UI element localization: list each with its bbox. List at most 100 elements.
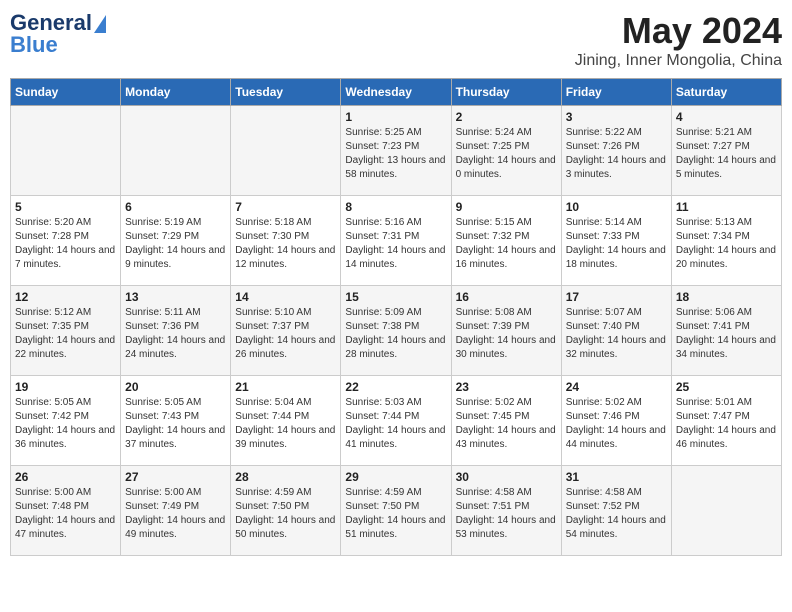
calendar-cell [671,466,781,556]
calendar-week-row: 19 Sunrise: 5:05 AM Sunset: 7:42 PM Dayli… [11,376,782,466]
calendar-cell: 29Sunrise: 4:59 AM Sunset: 7:50 PM Dayli… [341,466,451,556]
calendar-cell: 10 Sunrise: 5:14 AM Sunset: 7:33 PM Dayli… [561,196,671,286]
logo-blue: Blue [10,32,58,58]
day-info: Sunrise: 5:05 AM Sunset: 7:43 PM Dayligh… [125,396,226,452]
calendar-cell: 8 Sunrise: 5:16 AM Sunset: 7:31 PM Daylig… [341,196,451,286]
day-info: Sunrise: 5:22 AM Sunset: 7:26 PM Dayligh… [566,126,667,182]
calendar-cell: 4 Sunrise: 5:21 AM Sunset: 7:27 PM Daylig… [671,106,781,196]
day-number: 9 [456,200,557,214]
calendar-cell: 3 Sunrise: 5:22 AM Sunset: 7:26 PM Daylig… [561,106,671,196]
day-of-week-header: Friday [561,79,671,106]
calendar-header-row: SundayMondayTuesdayWednesdayThursdayFrid… [11,79,782,106]
calendar-cell: 14 Sunrise: 5:10 AM Sunset: 7:37 PM Dayli… [231,286,341,376]
day-of-week-header: Saturday [671,79,781,106]
calendar-cell: 17 Sunrise: 5:07 AM Sunset: 7:40 PM Dayli… [561,286,671,376]
calendar-cell: 26 Sunrise: 5:00 AM Sunset: 7:48 PM Dayli… [11,466,121,556]
day-number: 8 [345,200,446,214]
day-number: 3 [566,110,667,124]
day-info: Sunrise: 5:24 AM Sunset: 7:25 PM Dayligh… [456,126,557,182]
day-info: Sunrise: 5:20 AM Sunset: 7:28 PM Dayligh… [15,216,116,272]
month-title: May 2024 [575,10,782,52]
day-number: 5 [15,200,116,214]
day-number: 7 [235,200,336,214]
day-info: Sunrise: 5:19 AM Sunset: 7:29 PM Dayligh… [125,216,226,272]
day-info: Sunrise: 5:02 AM Sunset: 7:45 PM Dayligh… [456,396,557,452]
day-number: 24 [566,380,667,394]
day-info: Sunrise: 5:18 AM Sunset: 7:30 PM Dayligh… [235,216,336,272]
calendar-cell: 7 Sunrise: 5:18 AM Sunset: 7:30 PM Daylig… [231,196,341,286]
day-number: 26 [15,470,116,484]
day-number: 6 [125,200,226,214]
calendar-cell: 23 Sunrise: 5:02 AM Sunset: 7:45 PM Dayli… [451,376,561,466]
day-number: 31 [566,470,667,484]
calendar-cell [11,106,121,196]
calendar-cell: 21 Sunrise: 5:04 AM Sunset: 7:44 PM Dayli… [231,376,341,466]
calendar-week-row: 1Sunrise: 5:25 AM Sunset: 7:23 PM Daylig… [11,106,782,196]
day-number: 4 [676,110,777,124]
day-of-week-header: Sunday [11,79,121,106]
day-number: 23 [456,380,557,394]
day-number: 13 [125,290,226,304]
day-of-week-header: Tuesday [231,79,341,106]
day-number: 19 [15,380,116,394]
day-number: 11 [676,200,777,214]
day-number: 27 [125,470,226,484]
day-info: Sunrise: 5:09 AM Sunset: 7:38 PM Dayligh… [345,306,446,362]
day-info: Sunrise: 5:21 AM Sunset: 7:27 PM Dayligh… [676,126,777,182]
day-number: 22 [345,380,446,394]
day-info: Sunrise: 5:10 AM Sunset: 7:37 PM Dayligh… [235,306,336,362]
calendar-body: 1Sunrise: 5:25 AM Sunset: 7:23 PM Daylig… [11,106,782,556]
day-info: Sunrise: 5:13 AM Sunset: 7:34 PM Dayligh… [676,216,777,272]
calendar-cell: 28Sunrise: 4:59 AM Sunset: 7:50 PM Dayli… [231,466,341,556]
calendar-cell: 16 Sunrise: 5:08 AM Sunset: 7:39 PM Dayli… [451,286,561,376]
calendar-cell: 25Sunrise: 5:01 AM Sunset: 7:47 PM Dayli… [671,376,781,466]
day-info: Sunrise: 4:58 AM Sunset: 7:51 PM Dayligh… [456,486,557,542]
day-info: Sunrise: 5:04 AM Sunset: 7:44 PM Dayligh… [235,396,336,452]
calendar-cell: 12Sunrise: 5:12 AM Sunset: 7:35 PM Dayli… [11,286,121,376]
calendar-cell: 9 Sunrise: 5:15 AM Sunset: 7:32 PM Daylig… [451,196,561,286]
day-info: Sunrise: 5:00 AM Sunset: 7:49 PM Dayligh… [125,486,226,542]
calendar-week-row: 5 Sunrise: 5:20 AM Sunset: 7:28 PM Daylig… [11,196,782,286]
day-info: Sunrise: 5:16 AM Sunset: 7:31 PM Dayligh… [345,216,446,272]
day-number: 17 [566,290,667,304]
day-info: Sunrise: 5:15 AM Sunset: 7:32 PM Dayligh… [456,216,557,272]
page-header: General Blue May 2024 Jining, Inner Mong… [10,10,782,70]
day-number: 25 [676,380,777,394]
day-number: 16 [456,290,557,304]
day-of-week-header: Thursday [451,79,561,106]
calendar-cell: 30 Sunrise: 4:58 AM Sunset: 7:51 PM Dayli… [451,466,561,556]
calendar-cell: 13 Sunrise: 5:11 AM Sunset: 7:36 PM Dayli… [121,286,231,376]
calendar-cell: 5 Sunrise: 5:20 AM Sunset: 7:28 PM Daylig… [11,196,121,286]
calendar-week-row: 12Sunrise: 5:12 AM Sunset: 7:35 PM Dayli… [11,286,782,376]
day-info: Sunrise: 5:00 AM Sunset: 7:48 PM Dayligh… [15,486,116,542]
calendar-cell: 27 Sunrise: 5:00 AM Sunset: 7:49 PM Dayli… [121,466,231,556]
day-info: Sunrise: 4:59 AM Sunset: 7:50 PM Dayligh… [235,486,336,542]
day-info: Sunrise: 4:59 AM Sunset: 7:50 PM Dayligh… [345,486,446,542]
calendar-cell: 31 Sunrise: 4:58 AM Sunset: 7:52 PM Dayli… [561,466,671,556]
day-info: Sunrise: 5:08 AM Sunset: 7:39 PM Dayligh… [456,306,557,362]
calendar-cell: 22Sunrise: 5:03 AM Sunset: 7:44 PM Dayli… [341,376,451,466]
day-of-week-header: Wednesday [341,79,451,106]
day-info: Sunrise: 5:02 AM Sunset: 7:46 PM Dayligh… [566,396,667,452]
day-info: Sunrise: 4:58 AM Sunset: 7:52 PM Dayligh… [566,486,667,542]
location: Jining, Inner Mongolia, China [575,52,782,70]
day-number: 14 [235,290,336,304]
logo: General Blue [10,10,106,58]
day-info: Sunrise: 5:05 AM Sunset: 7:42 PM Dayligh… [15,396,116,452]
calendar-cell: 2 Sunrise: 5:24 AM Sunset: 7:25 PM Daylig… [451,106,561,196]
calendar-cell: 11 Sunrise: 5:13 AM Sunset: 7:34 PM Dayli… [671,196,781,286]
day-info: Sunrise: 5:07 AM Sunset: 7:40 PM Dayligh… [566,306,667,362]
day-info: Sunrise: 5:12 AM Sunset: 7:35 PM Dayligh… [15,306,116,362]
day-number: 30 [456,470,557,484]
day-info: Sunrise: 5:14 AM Sunset: 7:33 PM Dayligh… [566,216,667,272]
day-number: 21 [235,380,336,394]
day-number: 10 [566,200,667,214]
calendar-cell: 24 Sunrise: 5:02 AM Sunset: 7:46 PM Dayli… [561,376,671,466]
day-number: 2 [456,110,557,124]
day-info: Sunrise: 5:06 AM Sunset: 7:41 PM Dayligh… [676,306,777,362]
day-info: Sunrise: 5:11 AM Sunset: 7:36 PM Dayligh… [125,306,226,362]
calendar-cell: 6 Sunrise: 5:19 AM Sunset: 7:29 PM Daylig… [121,196,231,286]
logo-arrow-icon [94,15,106,33]
calendar-cell: 18Sunrise: 5:06 AM Sunset: 7:41 PM Dayli… [671,286,781,376]
calendar-cell: 20Sunrise: 5:05 AM Sunset: 7:43 PM Dayli… [121,376,231,466]
